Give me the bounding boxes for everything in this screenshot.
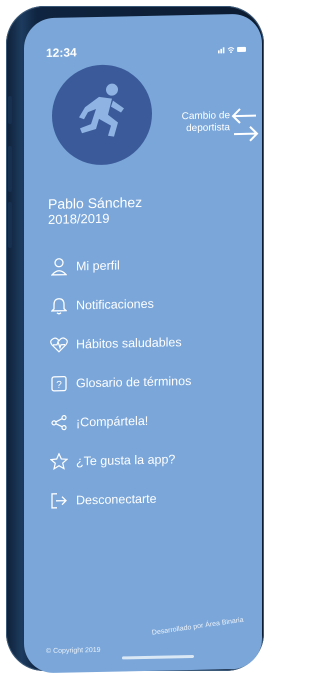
avatar[interactable]	[52, 63, 152, 166]
menu-item-logout[interactable]: Desconectarte	[48, 477, 258, 520]
copyright-text: © Copyright 2019	[46, 646, 101, 656]
user-name: Pablo Sánchez	[48, 194, 143, 212]
menu-item-label: Desconectarte	[76, 491, 157, 507]
app-screen: 12:34 Cambio de deportista Pablo Sánchez…	[24, 13, 262, 674]
swap-arrows-icon[interactable]	[230, 106, 260, 145]
switch-label-line2: deportista	[186, 122, 230, 135]
menu-item-label: ¿Te gusta la app?	[76, 451, 176, 468]
volume-up-button	[8, 146, 12, 192]
runner-icon	[79, 83, 124, 137]
home-indicator[interactable]	[122, 654, 194, 660]
menu-item-label: Mi perfil	[76, 257, 120, 273]
side-menu: Mi perfil Notificaciones Hábitos saludab…	[48, 243, 258, 520]
menu-item-label: Glosario de términos	[76, 373, 192, 390]
volume-down-button	[8, 202, 12, 248]
menu-item-label: ¡Compártela!	[76, 413, 149, 429]
user-icon	[48, 256, 70, 276]
mute-switch	[8, 96, 12, 124]
question-icon: ?	[48, 373, 70, 393]
switch-athlete-label[interactable]: Cambio de deportista	[158, 110, 230, 136]
user-season: 2018/2019	[48, 210, 110, 227]
menu-item-profile[interactable]: Mi perfil	[48, 243, 258, 286]
menu-item-share[interactable]: ¡Compártela!	[48, 399, 258, 442]
heartbeat-icon	[48, 334, 70, 354]
status-time: 12:34	[46, 45, 77, 61]
menu-item-rate-app[interactable]: ¿Te gusta la app?	[48, 438, 258, 481]
developer-credit: Desarrollado por Área Binaria	[151, 616, 244, 637]
logout-icon	[48, 490, 70, 510]
share-icon	[48, 412, 70, 432]
menu-item-label: Hábitos saludables	[76, 334, 182, 351]
phone-frame: 12:34 Cambio de deportista Pablo Sánchez…	[6, 6, 264, 674]
menu-item-healthy-habits[interactable]: Hábitos saludables	[48, 321, 258, 364]
signal-wifi-battery-icon	[218, 46, 246, 54]
svg-text:?: ?	[56, 379, 62, 390]
status-icons	[218, 44, 248, 57]
menu-item-glossary[interactable]: ? Glosario de términos	[48, 360, 258, 403]
star-icon	[48, 451, 70, 471]
menu-item-label: Notificaciones	[76, 296, 154, 312]
bell-icon	[48, 295, 70, 315]
menu-item-notifications[interactable]: Notificaciones	[48, 282, 258, 325]
